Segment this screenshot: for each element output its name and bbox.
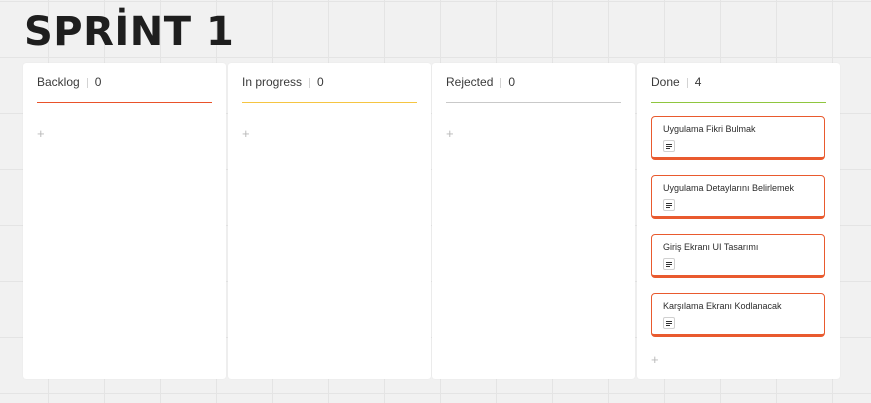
task-card[interactable]: Giriş Ekranı UI Tasarımı bbox=[651, 234, 825, 278]
card-title: Uygulama Detaylarını Belirlemek bbox=[663, 183, 795, 193]
divider bbox=[500, 77, 502, 88]
add-card-button[interactable]: + bbox=[37, 127, 45, 140]
column-name: Rejected bbox=[446, 75, 494, 89]
column-count: 0 bbox=[508, 75, 516, 89]
column-name: Done bbox=[651, 75, 680, 89]
column-header[interactable]: Rejected 0 bbox=[446, 63, 621, 103]
column-count: 0 bbox=[94, 75, 102, 89]
column-count: 4 bbox=[694, 75, 702, 89]
column-name: In progress bbox=[242, 75, 303, 89]
column-header[interactable]: Done 4 bbox=[651, 63, 826, 103]
column-name: Backlog bbox=[37, 75, 80, 89]
notes-icon[interactable] bbox=[663, 258, 675, 270]
task-card[interactable]: Uygulama Detaylarını Belirlemek bbox=[651, 175, 825, 219]
column-header[interactable]: Backlog 0 bbox=[37, 63, 212, 103]
column-count: 0 bbox=[317, 75, 324, 89]
divider bbox=[309, 77, 311, 88]
task-card[interactable]: Karşılama Ekranı Kodlanacak bbox=[651, 293, 825, 337]
column-rejected: Rejected 0 + bbox=[432, 63, 635, 379]
sprint-title: SPRİNT 1 bbox=[24, 9, 235, 55]
add-card-button[interactable]: + bbox=[446, 127, 454, 140]
notes-icon[interactable] bbox=[663, 140, 675, 152]
card-title: Karşılama Ekranı Kodlanacak bbox=[663, 301, 782, 311]
card-title: Uygulama Fikri Bulmak bbox=[663, 124, 756, 134]
card-title: Giriş Ekranı UI Tasarımı bbox=[663, 242, 759, 252]
divider bbox=[86, 77, 88, 88]
notes-icon[interactable] bbox=[663, 199, 675, 211]
divider bbox=[686, 77, 688, 88]
add-card-button[interactable]: + bbox=[242, 127, 250, 140]
column-done: Done 4 Uygulama Fikri Bulmak Uygulama Det… bbox=[637, 63, 840, 379]
column-backlog: Backlog 0 + bbox=[23, 63, 226, 379]
notes-icon[interactable] bbox=[663, 317, 675, 329]
task-card[interactable]: Uygulama Fikri Bulmak bbox=[651, 116, 825, 160]
column-header[interactable]: In progress 0 bbox=[242, 63, 417, 103]
add-card-button[interactable]: + bbox=[651, 353, 659, 366]
column-in-progress: In progress 0 + bbox=[228, 63, 431, 379]
